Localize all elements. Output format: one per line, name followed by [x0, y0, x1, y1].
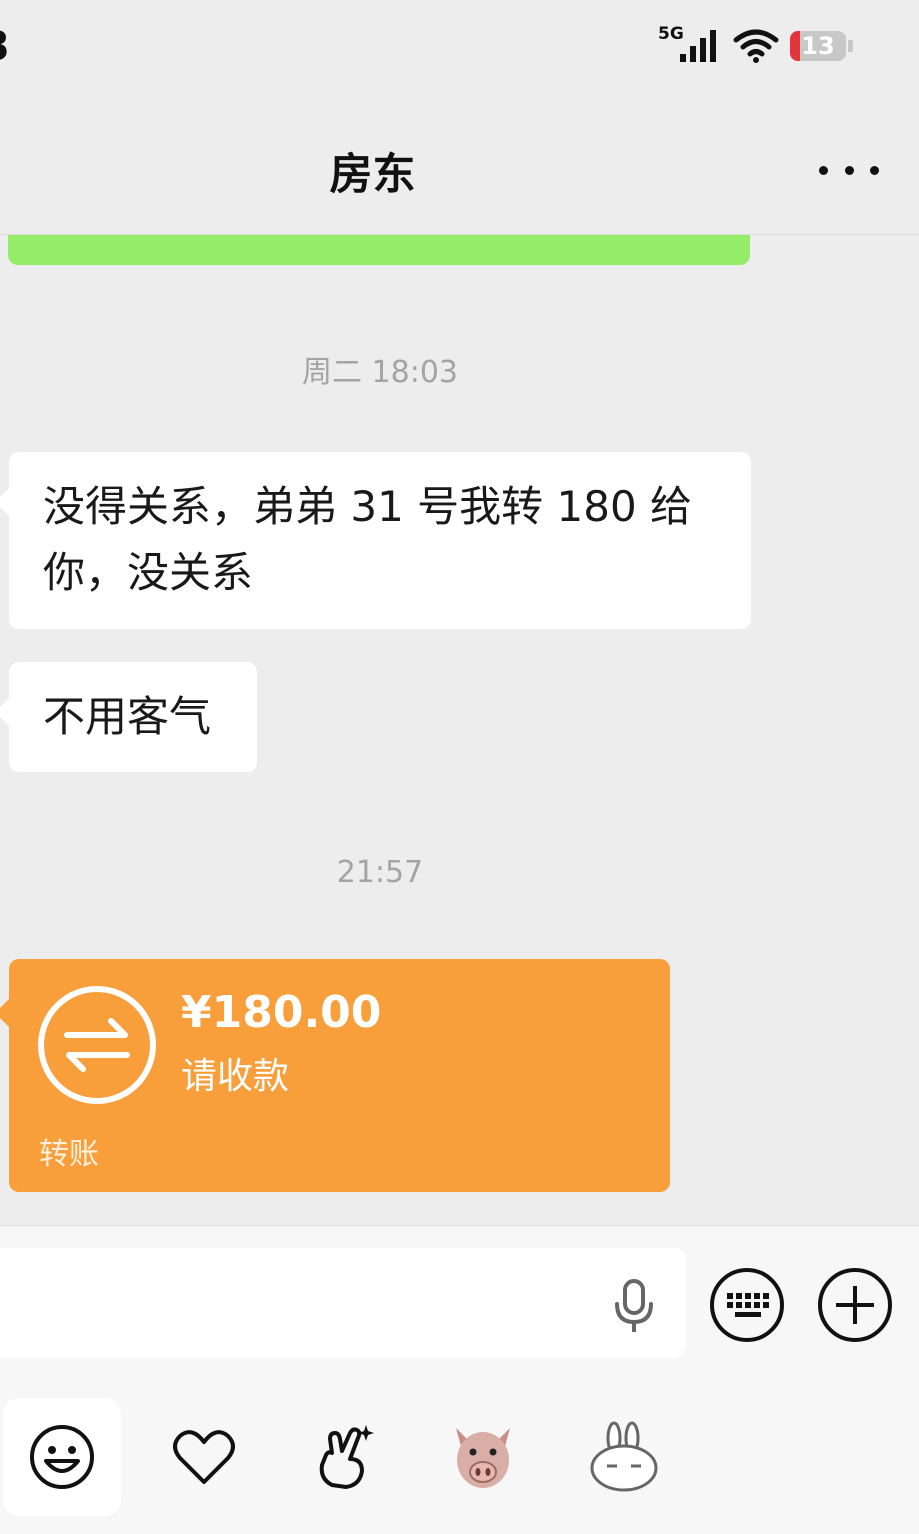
emoji-tab-favorites[interactable]: [145, 1398, 263, 1516]
rabbit-sticker-icon: [590, 1421, 658, 1492]
plus-icon[interactable]: [816, 1266, 894, 1344]
battery-icon: 13: [790, 31, 846, 61]
chat-title: 房东: [329, 150, 416, 200]
input-bar: [0, 1225, 919, 1534]
transfer-icon: [38, 986, 156, 1104]
message-text: 不用客气: [43, 692, 212, 741]
transfer-amount: ¥180.00: [181, 987, 382, 1038]
status-icons: 5G 13: [658, 24, 853, 68]
transfer-status: 请收款: [181, 1056, 290, 1097]
message-list[interactable]: 周二 18:03 没得关系，弟弟 31 号我转 180 给 你，没关系 不用客气…: [0, 235, 919, 1225]
chat-header: 房东: [0, 100, 919, 235]
microphone-icon[interactable]: [610, 1278, 658, 1334]
keyboard-icon[interactable]: [708, 1266, 786, 1344]
pig-sticker-icon: [456, 1428, 510, 1488]
battery-level: 13: [801, 32, 835, 60]
message-input[interactable]: [0, 1248, 686, 1358]
transfer-label: 转账: [39, 1137, 99, 1172]
emoji-tab-smiley[interactable]: [3, 1398, 121, 1516]
wifi-icon: [733, 29, 779, 63]
message-text-line: 你，没关系: [43, 548, 254, 597]
status-time: 3: [0, 24, 10, 70]
emoji-tab-custom[interactable]: [286, 1398, 404, 1516]
emoji-tab-bar: [0, 1398, 919, 1534]
message-bubble[interactable]: 不用客气: [0, 662, 257, 772]
more-dots-icon[interactable]: [819, 150, 879, 190]
heart-icon: [173, 1430, 235, 1484]
message-timestamp: 周二 18:03: [302, 355, 458, 390]
message-timestamp: 21:57: [336, 855, 424, 890]
emoji-tab-rabbit[interactable]: [565, 1398, 683, 1516]
transfer-card[interactable]: ¥180.00 请收款 转账: [0, 959, 670, 1192]
battery-fill: [790, 31, 801, 61]
message-bubble[interactable]: 没得关系，弟弟 31 号我转 180 给 你，没关系: [0, 452, 751, 629]
cellular-signal-icon: 5G: [658, 24, 722, 66]
status-bar: 3 5G 13: [0, 0, 919, 100]
battery-cap: [848, 40, 853, 52]
own-message-bubble[interactable]: [8, 235, 750, 265]
smiley-face-icon: [30, 1425, 94, 1489]
emoji-tab-pig[interactable]: [424, 1398, 542, 1516]
victory-hand-icon: [319, 1425, 374, 1489]
message-text-line: 没得关系，弟弟 31 号我转 180 给: [43, 482, 693, 531]
